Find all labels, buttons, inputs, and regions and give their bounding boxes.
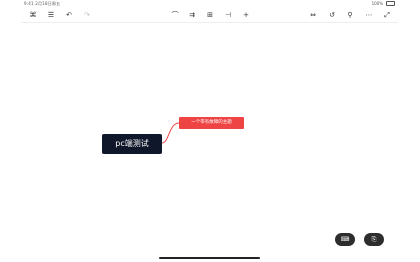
toolbar-undo-button[interactable]: ↶ <box>64 10 74 21</box>
battery-percent: 100% <box>371 1 383 6</box>
toolbar-pin-button[interactable]: ⚲ <box>345 10 355 21</box>
root-node[interactable]: pc端测试 <box>102 134 162 154</box>
expand-icon: ⤢ <box>384 11 390 19</box>
outline-list-icon: ☰ <box>47 11 55 19</box>
toolbar-more-button[interactable]: ⋯ <box>364 10 374 21</box>
fit-width-icon: ⇔ <box>310 11 316 19</box>
toolbar-insert-child-button[interactable]: ⇉ <box>187 10 197 21</box>
toolbar-fit-width-button[interactable]: ⇔ <box>308 10 318 21</box>
toolbar-insert-sibling-button[interactable]: ⊞ <box>205 10 215 21</box>
pin-icon: ⚲ <box>347 11 353 19</box>
insert-sibling-icon: ⊞ <box>207 11 213 19</box>
redo-icon: ↷ <box>84 11 90 19</box>
toolbar-style-button[interactable]: ⌒ <box>170 10 180 21</box>
toolbar-insert-parent-button[interactable]: ⊣ <box>223 10 233 21</box>
undo-icon: ↶ <box>66 11 72 19</box>
connector-line <box>161 122 180 144</box>
layout-icon: ⌘ <box>29 11 37 19</box>
brush-icon: ⌒ <box>171 11 179 19</box>
child-node[interactable]: 一个带有故障的主题 <box>179 117 244 129</box>
device-frame: 9:41 2月18日周五 100% ⌘ ☰ ↶ ↷ ⌒ ⇉ ⊞ ⊣ + ⇔ ↺ … <box>21 0 398 262</box>
more-icon: ⋯ <box>365 11 373 19</box>
status-indicators: 100% <box>372 1 395 6</box>
toolbar-outline-button[interactable]: ☰ <box>46 10 56 21</box>
add-icon: + <box>243 11 249 19</box>
share-button[interactable]: ⎘ <box>364 233 384 246</box>
mindmap-canvas[interactable]: pc端测试 一个带有故障的主题 <box>21 22 398 262</box>
share-icon: ⎘ <box>371 236 377 243</box>
status-bar: 9:41 2月18日周五 100% <box>21 0 398 8</box>
insert-child-icon: ⇉ <box>189 11 195 19</box>
toolbar-expand-button[interactable]: ⤢ <box>382 10 392 21</box>
toolbar-history-button[interactable]: ↺ <box>327 10 337 21</box>
toolbar-redo-button[interactable]: ↷ <box>82 10 92 21</box>
status-time: 9:41 2月18日周五 <box>24 1 61 6</box>
history-icon: ↺ <box>329 11 335 19</box>
toolbar: ⌘ ☰ ↶ ↷ ⌒ ⇉ ⊞ ⊣ + ⇔ ↺ ⚲ ⋯ ⤢ <box>21 9 398 23</box>
toolbar-add-button[interactable]: + <box>241 10 251 21</box>
insert-parent-icon: ⊣ <box>224 11 232 19</box>
toolbar-layout-button[interactable]: ⌘ <box>28 10 38 21</box>
keyboard-button[interactable]: ⌨ <box>335 233 355 246</box>
battery-icon <box>386 1 395 6</box>
home-indicator <box>159 257 260 259</box>
keyboard-icon: ⌨ <box>340 236 350 243</box>
